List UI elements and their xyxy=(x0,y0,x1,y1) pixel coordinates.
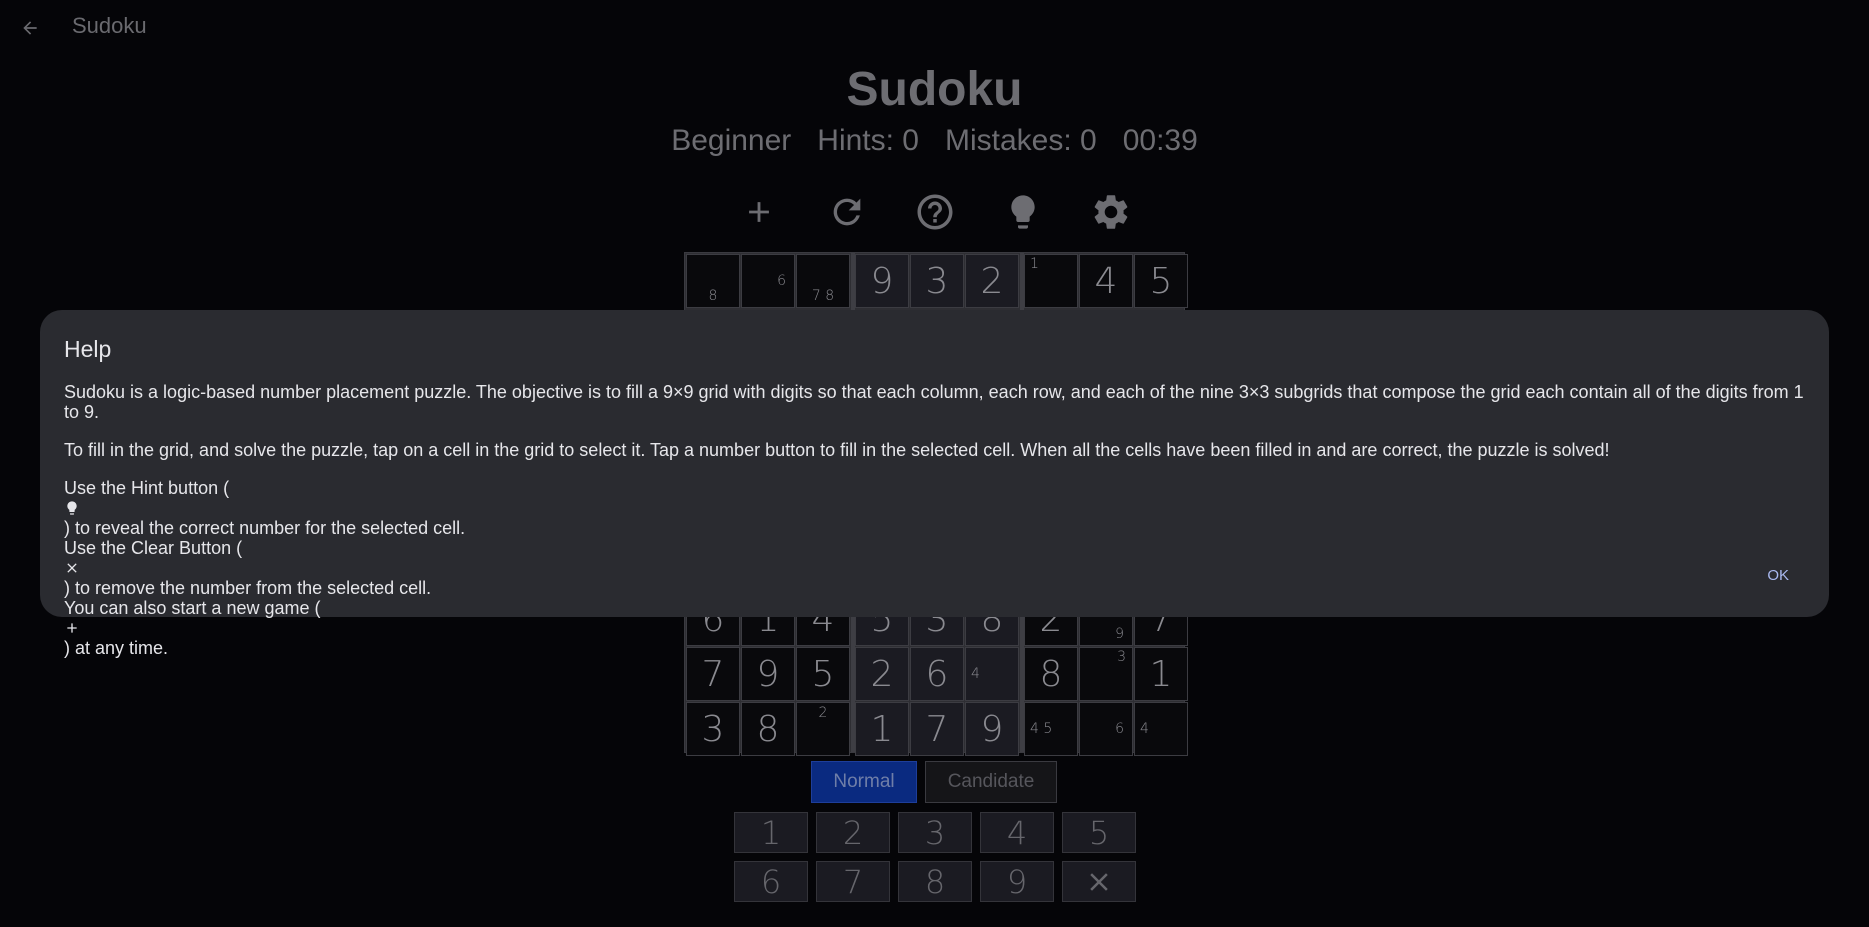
cell-value: 5 xyxy=(1149,260,1173,302)
cell-value: 9 xyxy=(870,260,894,302)
help-button[interactable] xyxy=(913,190,957,234)
hint-button[interactable] xyxy=(1001,190,1045,234)
cell-candidate: 4 5 xyxy=(1030,721,1053,737)
board-cell[interactable]: 5 xyxy=(1134,254,1188,308)
board-cell[interactable]: 1 xyxy=(1024,254,1078,308)
number-pad: 12345 6789 xyxy=(734,812,1136,902)
number-button-9[interactable]: 9 xyxy=(980,861,1054,902)
restart-button[interactable] xyxy=(825,190,869,234)
cell-value: 3 xyxy=(701,708,725,750)
number-button-6[interactable]: 6 xyxy=(734,861,808,902)
help-line-hint: Use the Hint button ( ) to reveal the cor… xyxy=(64,478,1804,538)
help-circle-icon xyxy=(917,194,952,230)
cell-value: 7 xyxy=(925,708,949,750)
board-cell[interactable]: 4 xyxy=(1134,702,1188,756)
cell-candidate: 4 xyxy=(971,666,980,682)
cell-candidate: 2 xyxy=(818,705,828,721)
lightbulb-icon xyxy=(1010,195,1035,229)
board-cell[interactable]: 6 xyxy=(1079,702,1133,756)
cell-value: 2 xyxy=(980,260,1004,302)
new-line-after: ) at any time. xyxy=(64,638,169,658)
cell-value: 8 xyxy=(1039,653,1063,695)
board-cell[interactable]: 6 xyxy=(741,254,795,308)
hint-line-before: Use the Hint button ( xyxy=(64,478,230,498)
cell-value: 9 xyxy=(980,708,1004,750)
help-line-new-game: You can also start a new game ( ) at any … xyxy=(64,598,1804,658)
cell-candidate: 6 xyxy=(777,273,786,289)
board-cell[interactable]: 2 xyxy=(965,254,1019,308)
help-dialog: Help Sudoku is a logic-based number plac… xyxy=(40,310,1829,658)
board-cell[interactable]: 7 8 xyxy=(796,254,850,308)
app-title: Sudoku xyxy=(72,13,147,38)
number-button-2[interactable]: 2 xyxy=(816,812,890,853)
number-button-8[interactable]: 8 xyxy=(898,861,972,902)
cell-value: 1 xyxy=(1149,653,1173,695)
hint-line-after: ) to reveal the correct number for the s… xyxy=(64,518,466,538)
close-icon xyxy=(1090,872,1108,891)
gear-icon xyxy=(1094,195,1127,229)
close-icon xyxy=(67,563,77,573)
normal-mode-button[interactable]: Normal xyxy=(811,761,917,803)
number-button-5[interactable]: 5 xyxy=(1062,812,1136,853)
plus-icon xyxy=(748,202,769,222)
board-cell[interactable]: 3 xyxy=(910,254,964,308)
cell-value: 9 xyxy=(756,653,780,695)
cell-value: 1 xyxy=(870,708,894,750)
cell-candidate: 8 xyxy=(708,288,718,304)
cell-value: 4 xyxy=(1094,260,1118,302)
cell-candidate: 6 xyxy=(1115,721,1124,737)
cell-value: 7 xyxy=(701,653,725,695)
board-cell[interactable]: 8 xyxy=(741,702,795,756)
cell-value: 8 xyxy=(756,708,780,750)
settings-button[interactable] xyxy=(1089,190,1133,234)
app-bar: Sudoku xyxy=(0,0,1869,56)
cell-value: 3 xyxy=(925,260,949,302)
dialog-body: Sudoku is a logic-based number placement… xyxy=(64,382,1804,658)
number-button-4[interactable]: 4 xyxy=(980,812,1054,853)
clear-line-after: ) to remove the number from the selected… xyxy=(64,578,432,598)
board-cell[interactable]: 2 xyxy=(796,702,850,756)
game-title: Sudoku xyxy=(846,63,1023,116)
game-toolbar xyxy=(0,190,1869,234)
mistakes-counter: Mistakes: 0 xyxy=(945,124,1097,157)
game-stats: Beginner Hints: 0 Mistakes: 0 00:39 xyxy=(0,124,1869,158)
number-button-1[interactable]: 1 xyxy=(734,812,808,853)
help-line-clear: Use the Clear Button ( ) to remove the nu… xyxy=(64,538,1804,598)
cell-candidate: 1 xyxy=(1030,256,1039,272)
difficulty-label: Beginner xyxy=(671,124,792,157)
number-button-7[interactable]: 7 xyxy=(816,861,890,902)
clear-button[interactable] xyxy=(1062,861,1136,902)
cell-value: 5 xyxy=(811,653,835,695)
board-cell[interactable]: 9 xyxy=(855,254,909,308)
back-button[interactable] xyxy=(14,12,46,44)
arrow-left-icon xyxy=(23,21,37,35)
board-cell[interactable]: 1 xyxy=(855,702,909,756)
board-cell[interactable]: 4 xyxy=(1079,254,1133,308)
dialog-title: Help xyxy=(64,336,112,362)
number-button-3[interactable]: 3 xyxy=(898,812,972,853)
plus-icon xyxy=(67,623,77,633)
cell-candidate: 7 8 xyxy=(811,288,835,304)
dialog-ok-button[interactable]: OK xyxy=(1767,567,1789,584)
cell-value: 2 xyxy=(870,653,894,695)
board-cell[interactable]: 9 xyxy=(965,702,1019,756)
new-line-before: You can also start a new game ( xyxy=(64,598,321,618)
board-cell[interactable]: 3 xyxy=(686,702,740,756)
cell-candidate: 4 xyxy=(1140,721,1149,737)
new-game-button[interactable] xyxy=(737,190,781,234)
candidate-mode-button[interactable]: Candidate xyxy=(925,761,1057,803)
timer: 00:39 xyxy=(1122,124,1198,157)
hints-counter: Hints: 0 xyxy=(817,124,919,157)
help-paragraph-objective: Sudoku is a logic-based number placement… xyxy=(64,382,1804,422)
board-cell[interactable]: 8 xyxy=(686,254,740,308)
cell-value: 6 xyxy=(925,653,949,695)
refresh-icon xyxy=(833,198,860,226)
lightbulb-icon xyxy=(67,501,77,515)
clear-line-before: Use the Clear Button ( xyxy=(64,538,243,558)
help-paragraph-howto: To fill in the grid, and solve the puzzl… xyxy=(64,440,1610,460)
board-cell[interactable]: 4 5 xyxy=(1024,702,1078,756)
board-cell[interactable]: 7 xyxy=(910,702,964,756)
